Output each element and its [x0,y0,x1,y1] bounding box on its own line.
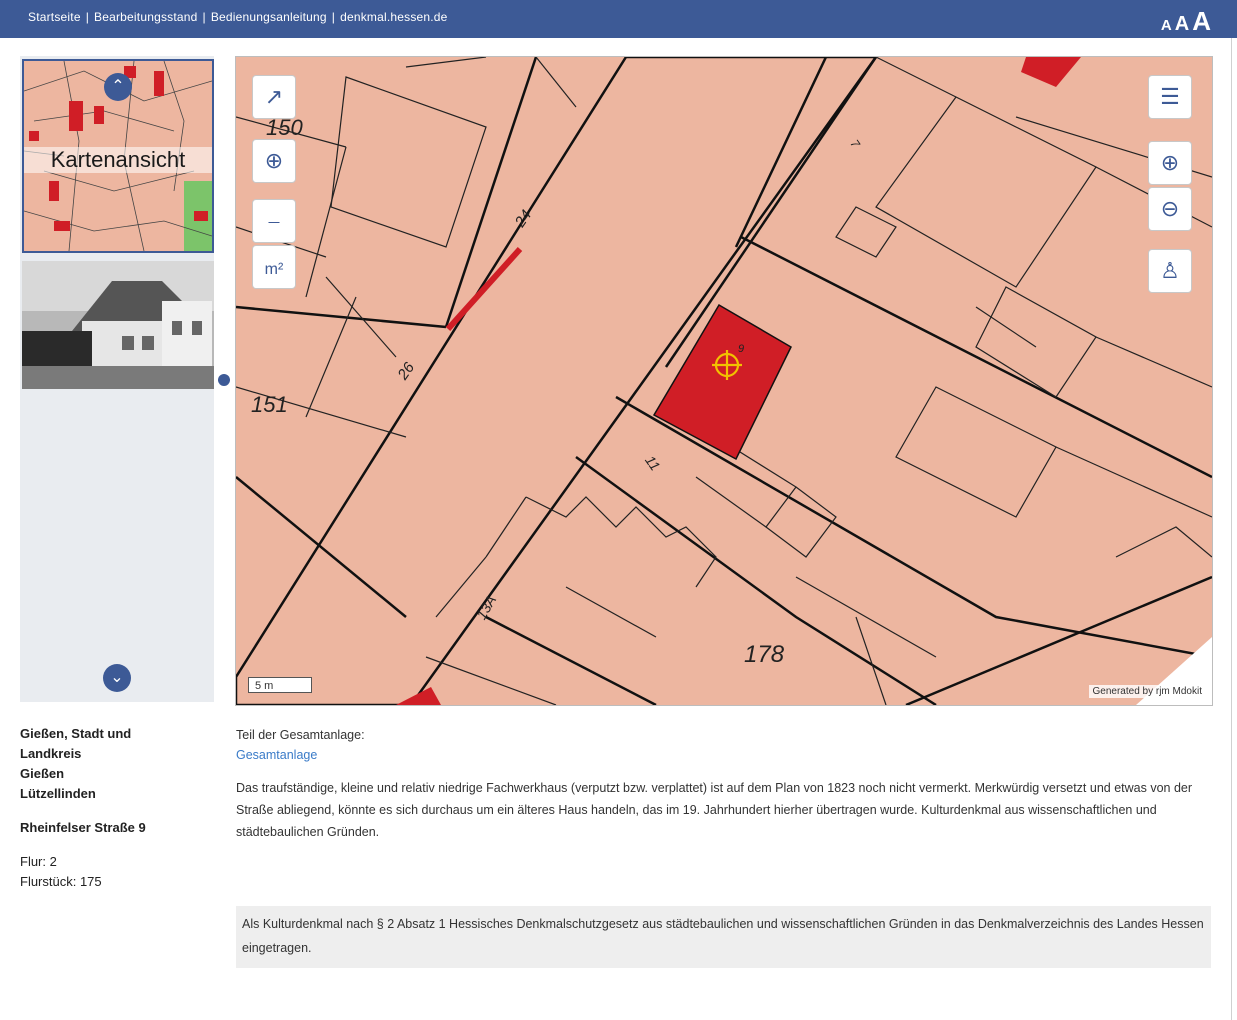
locate-crosshair-icon: ⊕ [264,148,284,173]
zoom-out-button[interactable]: ⊖ [1148,187,1192,231]
flurstueck-value: Flurstück: 175 [20,874,102,889]
font-size-switcher: AAA [1158,6,1211,37]
location-info: Gießen, Stadt und Landkreis Gießen Lütze… [20,724,220,892]
page-right-border [1231,38,1232,1020]
zoom-in-icon: ⊕ [1160,150,1180,175]
locate-button[interactable]: ⊕ [252,139,296,183]
measure-area-button[interactable]: m² [252,245,296,289]
top-nav-links: Startseite | Bearbeitungsstand | Bedienungsa… [28,10,448,24]
zoom-out-icon: ⊖ [1160,196,1180,221]
house-number-9: 9 [738,343,744,355]
font-size-medium-button[interactable]: A [1175,13,1189,35]
scroll-down-button[interactable]: ⌄ [103,664,131,692]
map-attribution: Generated by rjm Mdokit [1088,685,1206,698]
nav-link-bedienungsanleitung[interactable]: Bedienungsanleitung [211,10,327,24]
slider-position-indicator[interactable] [218,374,230,386]
map-view-thumbnail[interactable]: ⌃ Kartenansicht [22,59,214,253]
media-sidebar: ⌃ Kartenansicht ⌄ [20,56,214,702]
select-extent-button[interactable]: ↗ [252,75,296,119]
location-line-2: Landkreis [20,746,82,761]
nav-link-bearbeitungsstand[interactable]: Bearbeitungsstand [94,10,197,24]
chevron-up-icon: ⌃ [111,78,125,95]
streetview-button[interactable]: ♙ [1148,249,1192,293]
parcel-label-178: 178 [744,641,785,668]
monument-description-section: Teil der Gesamtanlage: Gesamtanlage Das … [236,725,1211,843]
gesamtanlage-link[interactable]: Gesamtanlage [236,745,1211,765]
location-line-1: Gießen, Stadt und [20,726,132,741]
monument-description: Das traufständige, kleine und relativ ni… [236,781,1193,839]
street-address: Rheinfelser Straße 9 [20,820,146,835]
measure-area-icon: m² [264,261,284,278]
nav-separator: | [331,10,336,24]
scroll-up-button[interactable]: ⌃ [104,73,132,101]
font-size-small-button[interactable]: A [1161,17,1172,34]
flur-value: Flur: 2 [20,854,57,869]
font-size-large-button[interactable]: A [1192,6,1211,36]
nav-link-denkmal-hessen[interactable]: denkmal.hessen.de [340,10,447,24]
layers-button[interactable]: ☰ [1148,75,1192,119]
measure-distance-icon: ⎯ [268,208,280,233]
cadastral-map[interactable]: 150 151 178 24 26 11 13A 7 9 ↗ ⊕ ⎯ m² ☰ … [235,56,1213,706]
top-navigation-bar: Startseite | Bearbeitungsstand | Bedienungsa… [0,0,1237,38]
legal-status-notice: Als Kulturdenkmal nach § 2 Absatz 1 Hess… [236,906,1211,968]
chevron-down-icon: ⌄ [110,669,124,686]
select-extent-icon: ↗ [264,84,284,109]
layers-icon: ☰ [1160,84,1180,109]
part-of-ensemble-label: Teil der Gesamtanlage: [236,728,365,742]
location-line-4: Lützellinden [20,786,96,801]
location-line-3: Gießen [20,766,65,781]
nav-separator: | [202,10,206,24]
map-canvas: 150 151 178 24 26 11 13A 7 9 [236,57,1212,705]
map-view-label: Kartenansicht [24,147,212,173]
measure-distance-button[interactable]: ⎯ [252,199,296,243]
zoom-in-button[interactable]: ⊕ [1148,141,1192,185]
map-scale-bar: 5 m [248,677,312,693]
nav-separator: | [85,10,90,24]
streetview-person-icon: ♙ [1160,258,1180,283]
nav-link-startseite[interactable]: Startseite [28,10,81,24]
building-photo [22,261,214,389]
building-photo-thumbnail[interactable] [22,261,214,389]
parcel-label-151: 151 [251,392,288,417]
